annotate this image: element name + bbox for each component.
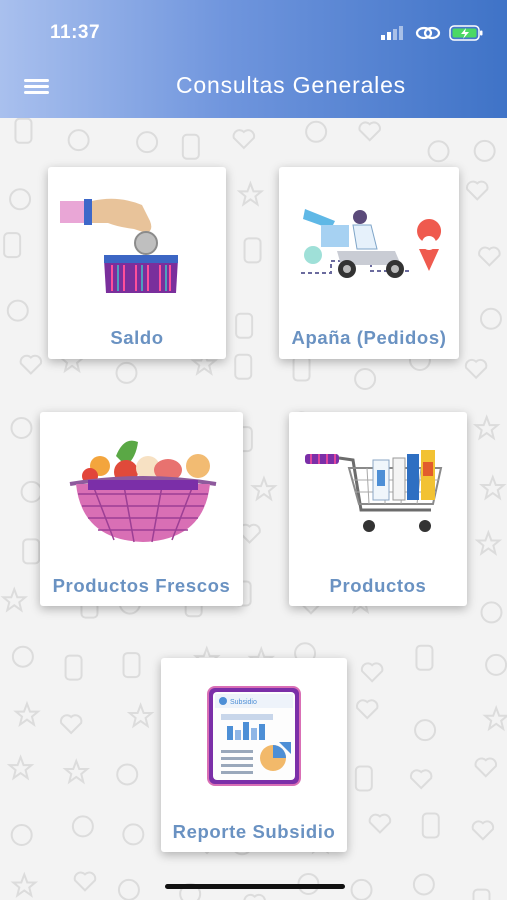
doodle-shape [232, 129, 256, 150]
doodle-shape [6, 299, 29, 322]
doodle-shape [73, 871, 97, 892]
doodle-shape [10, 871, 39, 898]
doodle-shape [10, 824, 33, 847]
card-label-productos: Productos [329, 575, 427, 596]
doodle-shape [9, 188, 32, 211]
doodle-shape [466, 180, 489, 201]
doodle-shape [479, 307, 502, 330]
doodle-shape [11, 645, 34, 668]
doodle-shape [485, 653, 507, 676]
doodle-shape [414, 719, 437, 742]
doodle-shape [0, 586, 29, 613]
doodle-shape [67, 129, 90, 152]
doodle-shape [464, 358, 488, 380]
doodle-shape [136, 131, 159, 154]
app-header: 11:37 Consultas Generales [0, 0, 507, 118]
battery-charging-icon [449, 25, 483, 41]
doodle-shape [14, 118, 33, 144]
doodle-shape [427, 140, 450, 163]
doodle-shape [350, 878, 373, 900]
doodle-shape [479, 474, 507, 501]
doodle-shape [71, 815, 94, 838]
hotspot-link-icon [415, 26, 441, 40]
doodle-shape [19, 354, 43, 375]
doodle-shape [22, 538, 41, 565]
card-apana-pedidos[interactable]: Apaña (Pedidos) [279, 167, 459, 359]
doodle-shape [412, 873, 435, 896]
doodle-shape [116, 763, 139, 786]
doodle-shape [415, 644, 434, 671]
doodle-shape [250, 475, 278, 502]
doodle-shape [474, 757, 498, 778]
produce-basket-icon [64, 432, 222, 548]
card-reporte-subsidio[interactable]: Subsidio Reporte Subsidio [161, 658, 347, 852]
doodle-shape [20, 480, 43, 503]
coin-purse-icon [58, 191, 218, 301]
card-productos-frescos[interactable]: Productos Frescos [40, 412, 243, 606]
doodle-shape [368, 813, 392, 834]
doodle-shape [358, 121, 381, 142]
doodle-shape [360, 662, 384, 683]
doodle-shape [62, 758, 91, 785]
doodle-shape [478, 246, 501, 267]
status-time: 11:37 [50, 22, 101, 43]
doodle-shape [243, 237, 262, 264]
doodle-shape [421, 812, 440, 839]
doodle-shape [234, 353, 253, 380]
doodle-shape [117, 878, 140, 900]
doodle-shape [474, 529, 503, 556]
card-saldo[interactable]: Saldo [48, 167, 226, 359]
doodle-shape [3, 232, 22, 259]
doodle-shape [6, 754, 35, 781]
doodle-shape [472, 888, 491, 900]
shopping-cart-icon [303, 448, 455, 540]
page-title: Consultas Generales [176, 72, 406, 98]
doodle-shape [243, 893, 266, 900]
doodle-shape [59, 714, 83, 735]
doodle-shape [10, 416, 33, 439]
doodle-shape [236, 180, 265, 207]
doodle-shape [305, 120, 328, 143]
cellular-signal-icon [381, 26, 403, 40]
home-indicator[interactable] [165, 884, 345, 889]
doodle-shape [181, 133, 200, 160]
doodle-shape [471, 820, 495, 841]
doodle-shape [473, 139, 496, 162]
doodle-shape [13, 700, 41, 728]
status-icons [381, 22, 485, 44]
delivery-scooter-icon [291, 205, 447, 287]
doodle-shape [354, 765, 373, 792]
doodle-shape [64, 654, 83, 681]
report-document-icon: Subsidio [205, 684, 303, 788]
report-header-text: Subsidio [230, 699, 257, 706]
doodle-shape [122, 823, 145, 846]
doodle-shape [480, 601, 503, 624]
doodle-shape [354, 367, 377, 390]
card-label-apana-pedidos: Apaña (Pedidos) [291, 327, 447, 348]
doodle-shape [122, 652, 141, 679]
doodle-shape [482, 704, 507, 732]
doodle-shape [115, 361, 138, 384]
doodle-shape [472, 414, 501, 441]
doodle-shape [292, 355, 311, 382]
card-productos[interactable]: Productos [289, 412, 467, 606]
card-label-saldo: Saldo [110, 327, 164, 348]
doodle-shape [126, 702, 155, 729]
card-label-productos-frescos: Productos Frescos [52, 575, 231, 596]
doodle-shape [409, 769, 433, 790]
doodle-shape [355, 699, 379, 720]
card-label-reporte-subsidio: Reporte Subsidio [172, 821, 336, 842]
doodle-shape [235, 312, 254, 339]
